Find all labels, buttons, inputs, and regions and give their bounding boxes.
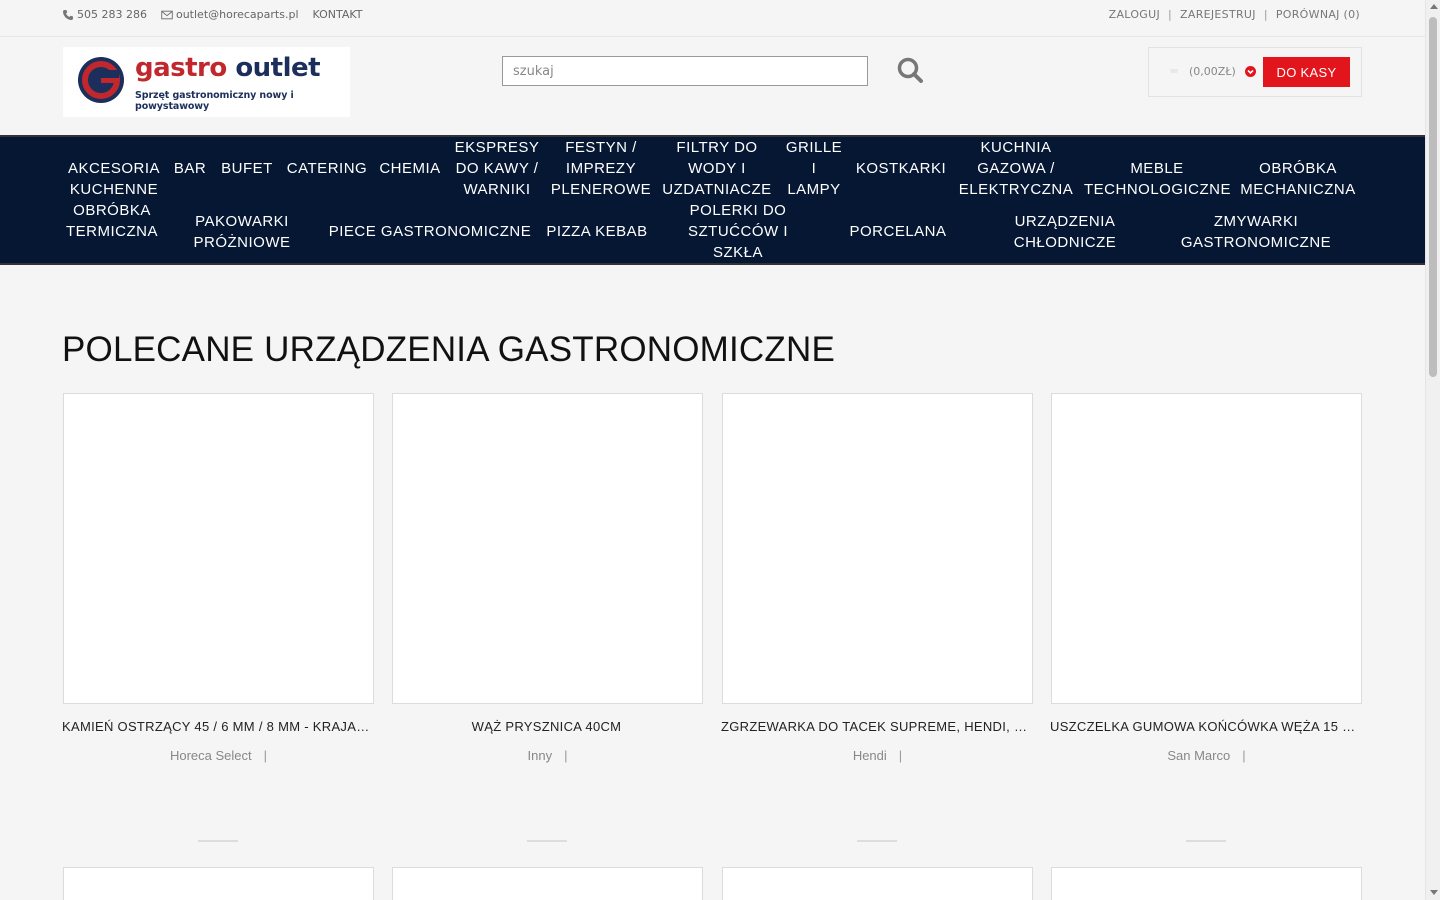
nav-item-kostkarki[interactable]: KOSTKARKI <box>852 158 950 179</box>
separator: | <box>1168 8 1173 21</box>
nav-item-catering[interactable]: CATERING <box>285 158 369 179</box>
separator: | <box>564 748 568 763</box>
nav-item-urzadzenia-chlodnicze[interactable]: URZĄDZENIA CHŁODNICZE <box>1006 211 1124 253</box>
product-card[interactable] <box>63 867 374 900</box>
product-image[interactable] <box>392 393 703 704</box>
email-address: outlet@horecaparts.pl <box>175 8 299 21</box>
separator: | <box>898 748 903 763</box>
nav-item-obrobka-mechaniczna[interactable]: OBRÓBKA MECHANICZNA <box>1238 158 1358 200</box>
nav-item-bar[interactable]: BAR <box>170 158 210 179</box>
product-image[interactable] <box>63 393 374 704</box>
email-link[interactable]: outlet@horecaparts.pl <box>161 8 299 21</box>
nav-item-grille[interactable]: GRILLE I LAMPY <box>782 137 846 200</box>
scrollbar-thumb[interactable] <box>1429 17 1437 377</box>
logo-brand: gastro outlet <box>135 53 321 83</box>
product-brand-name: Horeca Select <box>169 748 252 763</box>
contact-link[interactable]: KONTAKT <box>313 8 363 21</box>
contact-info: 505 283 286 outlet@horecaparts.pl KONTAK… <box>62 8 376 21</box>
nav-item-kuchnia[interactable]: KUCHNIA GAZOWA / ELEKTRYCZNA <box>956 137 1076 200</box>
compare-link[interactable]: PORÓWNAJ (0) <box>1276 8 1360 21</box>
section-title: POLECANE URZĄDZENIA GASTRONOMICZNE <box>62 330 836 369</box>
separator: | <box>1242 748 1246 763</box>
search-input[interactable] <box>502 56 868 86</box>
product-image[interactable] <box>1051 393 1362 704</box>
search-button[interactable] <box>895 56 925 86</box>
nav-item-pakowarki[interactable]: PAKOWARKI PRÓŻNIOWE <box>186 211 298 253</box>
phone-link[interactable]: 505 283 286 <box>62 8 147 21</box>
nav-item-chemia[interactable]: CHEMIA <box>377 158 443 179</box>
nav-item-polerki[interactable]: POLERKI DO SZTUĆCÓW I SZKŁA <box>684 200 792 263</box>
product-card[interactable] <box>1051 867 1362 900</box>
logo-tagline: Sprzęt gastronomiczny nowy i powystawowy <box>135 90 294 112</box>
nav-item-meble[interactable]: MEBLE TECHNOLOGICZNE <box>1084 158 1231 200</box>
logo-g-icon <box>78 57 124 103</box>
cart-widget[interactable]: (0,00ZŁ) DO KASY <box>1148 47 1362 97</box>
search-icon <box>897 57 923 83</box>
product-card[interactable] <box>392 867 703 900</box>
top-bar: 505 283 286 outlet@horecaparts.pl KONTAK… <box>0 0 1425 37</box>
logo-word-gastro: gastro <box>135 53 227 83</box>
product-name[interactable]: WĄŻ PRYSZNICA 40CM <box>391 719 702 734</box>
product-brand: San Marco | <box>1051 748 1362 763</box>
divider <box>1186 840 1226 842</box>
nav-item-pizza-kebab[interactable]: PIZZA KEBAB <box>542 221 652 242</box>
category-nav: AKCESORIA KUCHENNE BAR BUFET CATERING CH… <box>0 135 1425 265</box>
account-links: ZALOGUJ | ZAREJESTRUJ | PORÓWNAJ (0) <box>1109 8 1360 21</box>
nav-item-festyn[interactable]: FESTYN / IMPREZY PLENEROWE <box>549 137 653 200</box>
scroll-down-icon[interactable] <box>1430 890 1438 895</box>
nav-item-piece[interactable]: PIECE GASTRONOMICZNE <box>326 221 534 242</box>
divider <box>198 840 238 842</box>
scroll-up-icon[interactable] <box>1430 4 1438 9</box>
nav-item-ekspresy[interactable]: EKSPRESY DO KAWY / WARNIKI <box>451 137 543 200</box>
phone-icon <box>63 9 73 20</box>
product-name[interactable]: KAMIEŃ OSTRZĄCY 45 / 6 MM / 8 MM - KRAJA… <box>62 719 373 734</box>
phone-number: 505 283 286 <box>77 8 147 21</box>
login-link[interactable]: ZALOGUJ <box>1109 8 1160 21</box>
checkout-button[interactable]: DO KASY <box>1263 57 1350 87</box>
logo-word-outlet: outlet <box>235 53 321 83</box>
product-brand: Horeca Select | <box>63 748 374 763</box>
product-image[interactable] <box>722 393 1033 704</box>
product-brand-name: San Marco <box>1167 748 1231 763</box>
nav-item-filtry[interactable]: FILTRY DO WODY I UZDATNIACZE <box>661 137 773 200</box>
product-name[interactable]: USZCZELKA GUMOWA KOŃCÓWKA WĘŻA 15 MM - M… <box>1050 719 1361 734</box>
separator: | <box>263 748 268 763</box>
nav-item-porcelana[interactable]: PORCELANA <box>844 221 952 242</box>
separator: | <box>1263 8 1268 21</box>
product-brand-name: Inny <box>527 748 553 763</box>
divider <box>857 840 897 842</box>
product-name[interactable]: ZGRZEWARKA DO TACEK SUPREME, HENDI, 230V… <box>721 719 1032 734</box>
nav-item-zmywarki[interactable]: ZMYWARKI GASTRONOMICZNE <box>1176 211 1336 253</box>
nav-item-bufet[interactable]: BUFET <box>218 158 276 179</box>
cart-icon <box>1170 69 1178 73</box>
product-brand: Inny | <box>392 748 703 763</box>
site-logo[interactable]: gastro outlet Sprzęt gastronomiczny nowy… <box>63 47 350 117</box>
register-link[interactable]: ZAREJESTRUJ <box>1180 8 1256 21</box>
envelope-icon <box>161 10 173 19</box>
product-brand-name: Hendi <box>852 748 887 763</box>
page-scrollbar[interactable] <box>1425 0 1440 900</box>
product-brand: Hendi | <box>722 748 1033 763</box>
product-card[interactable] <box>722 867 1033 900</box>
divider <box>527 840 567 842</box>
nav-item-akcesoria-kuchenne[interactable]: AKCESORIA KUCHENNE <box>62 158 166 200</box>
nav-item-obrobka-termiczna[interactable]: OBRÓBKA TERMICZNA <box>62 200 162 242</box>
chevron-down-circle-icon[interactable] <box>1245 66 1256 77</box>
cart-total: (0,00ZŁ) <box>1189 65 1236 78</box>
